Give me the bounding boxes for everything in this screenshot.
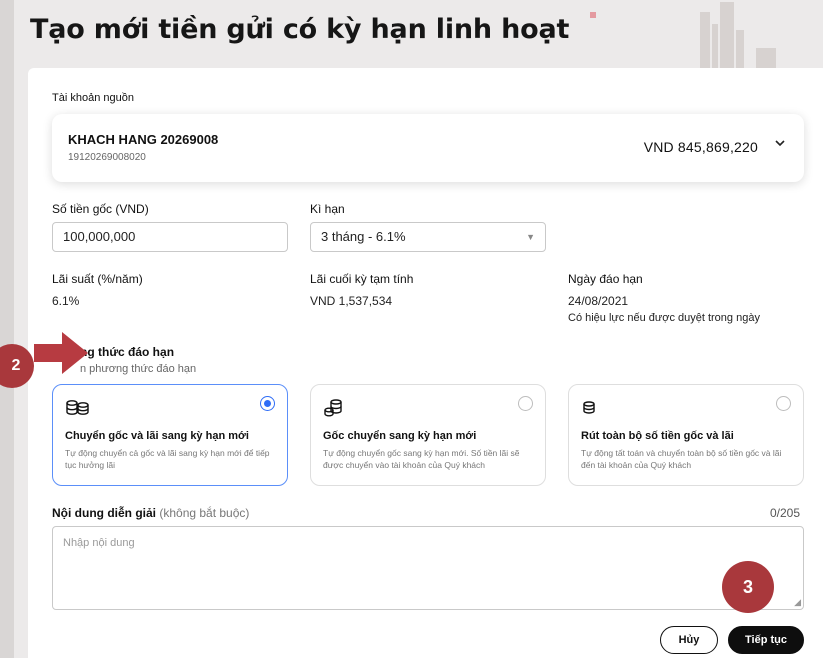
interest-rate-label: Lãi suất (%/năm) bbox=[52, 272, 143, 286]
term-label: Kì hạn bbox=[310, 202, 345, 216]
interest-rate-value: 6.1% bbox=[52, 294, 80, 308]
annotation-badge-step-3: 3 bbox=[722, 561, 774, 613]
coin-icon bbox=[581, 398, 597, 423]
maturity-option-rollover-principal-interest[interactable]: Chuyển gốc và lãi sang kỳ hạn mới Tự độn… bbox=[52, 384, 288, 486]
description-textarea[interactable]: Nhập nội dung ◢ bbox=[52, 526, 804, 610]
estimated-interest-value: VND 1,537,534 bbox=[310, 294, 393, 308]
next-button[interactable]: Tiếp tục bbox=[728, 626, 804, 654]
source-account-label: Tài khoản nguồn bbox=[52, 92, 134, 104]
caret-down-icon: ▼ bbox=[526, 232, 535, 242]
maturity-option-withdraw-all[interactable]: Rút toàn bộ số tiền gốc và lãi Tự động t… bbox=[568, 384, 804, 486]
annotation-arrow-icon bbox=[34, 332, 88, 374]
coins-stack-icon bbox=[65, 398, 91, 423]
account-balance: VND 845,869,220 bbox=[643, 139, 758, 155]
maturity-method-label: ng thức đáo hạn bbox=[80, 345, 175, 359]
option-radio[interactable] bbox=[518, 396, 533, 411]
principal-input[interactable]: 100,000,000 bbox=[52, 222, 288, 252]
term-select[interactable]: 3 tháng - 6.1% ▼ bbox=[310, 222, 546, 252]
maturity-option-rollover-principal[interactable]: Gốc chuyển sang kỳ hạn mới Tự động chuyể… bbox=[310, 384, 546, 486]
description-char-counter: 0/205 bbox=[770, 506, 801, 520]
coins-icon bbox=[323, 398, 345, 423]
maturity-method-hint: n phương thức đáo hạn bbox=[80, 363, 197, 375]
account-number: 19120269008020 bbox=[68, 152, 146, 163]
option-radio[interactable] bbox=[776, 396, 791, 411]
maturity-date-note: Có hiệu lực nếu được duyệt trong ngày bbox=[568, 312, 760, 324]
account-name: KHACH HANG 20269008 bbox=[68, 132, 219, 147]
option-title: Chuyển gốc và lãi sang kỳ hạn mới bbox=[65, 430, 249, 442]
resize-handle-icon[interactable]: ◢ bbox=[794, 597, 801, 608]
cancel-button[interactable]: Hủy bbox=[660, 626, 718, 654]
option-title: Gốc chuyển sang kỳ hạn mới bbox=[323, 430, 477, 442]
description-optional: (không bắt buộc) bbox=[159, 506, 250, 520]
description-label: Nội dung diễn giải (không bắt buộc) bbox=[52, 506, 249, 520]
maturity-date-value: 24/08/2021 bbox=[568, 294, 629, 308]
option-radio[interactable] bbox=[260, 396, 275, 411]
chevron-down-icon[interactable] bbox=[774, 136, 786, 152]
option-description: Tự động chuyển gốc sang kỳ hạn mới. Số t… bbox=[323, 448, 520, 470]
background-panel bbox=[0, 0, 14, 658]
option-description: Tự động chuyển cả gốc và lãi sang kỳ hạn… bbox=[65, 448, 270, 470]
option-description: Tự động tất toán và chuyển toàn bộ số ti… bbox=[581, 448, 782, 470]
page-title: Tạo mới tiền gửi có kỳ hạn linh hoạt bbox=[30, 14, 570, 45]
description-label-text: Nội dung diễn giải bbox=[52, 506, 156, 520]
option-title: Rút toàn bộ số tiền gốc và lãi bbox=[581, 430, 734, 442]
description-placeholder: Nhập nội dung bbox=[63, 537, 135, 549]
source-account-selector[interactable]: KHACH HANG 20269008 19120269008020 VND 8… bbox=[52, 114, 804, 182]
maturity-date-label: Ngày đáo hạn bbox=[568, 272, 643, 286]
term-select-value: 3 tháng - 6.1% bbox=[321, 229, 406, 244]
estimated-interest-label: Lãi cuối kỳ tạm tính bbox=[310, 272, 414, 286]
principal-label: Số tiền gốc (VND) bbox=[52, 202, 149, 216]
